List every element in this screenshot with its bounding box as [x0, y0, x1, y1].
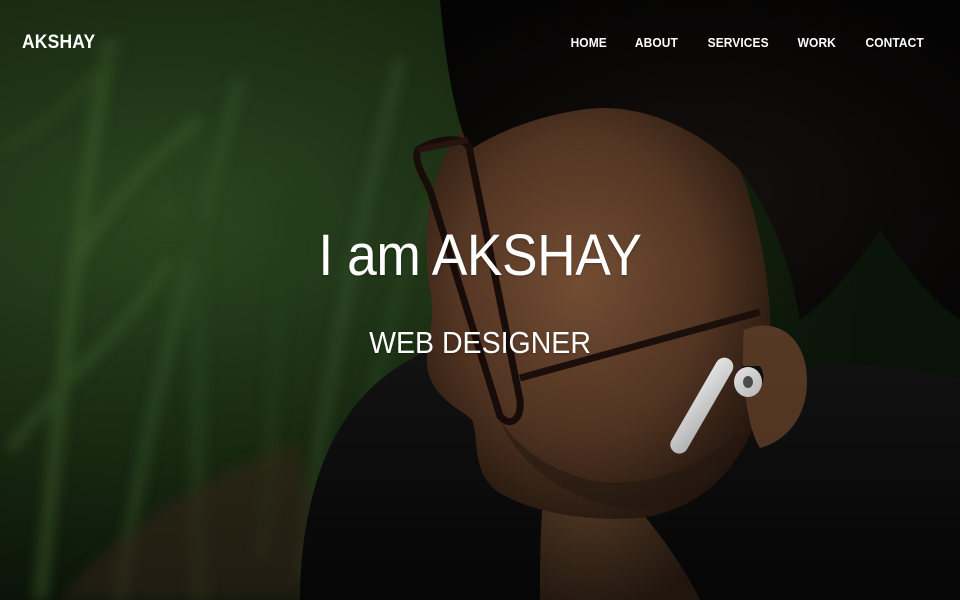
hero-section: AKSHAY HOME ABOUT SERVICES WORK CONTACT … [0, 0, 960, 600]
nav-item-services: SERVICES [705, 34, 771, 52]
nav-item-about: ABOUT [633, 34, 680, 52]
nav-item-home: HOME [569, 34, 608, 52]
navbar: AKSHAY HOME ABOUT SERVICES WORK CONTACT [0, 0, 960, 84]
nav-item-work: WORK [796, 34, 838, 52]
hero-headline: I am AKSHAY [318, 223, 642, 288]
hero-text-block: I am AKSHAY WEB DESIGNER [0, 0, 960, 600]
nav-link-home[interactable]: HOME [570, 35, 606, 50]
nav-link-services[interactable]: SERVICES [707, 35, 768, 50]
hero-subheadline: WEB DESIGNER [369, 325, 591, 360]
nav-link-contact[interactable]: CONTACT [865, 35, 923, 50]
nav-link-about[interactable]: ABOUT [635, 35, 678, 50]
nav-menu: HOME ABOUT SERVICES WORK CONTACT [569, 34, 926, 52]
nav-link-work[interactable]: WORK [798, 35, 836, 50]
nav-item-contact: CONTACT [863, 34, 926, 52]
brand-logo-link[interactable]: AKSHAY [22, 32, 95, 54]
